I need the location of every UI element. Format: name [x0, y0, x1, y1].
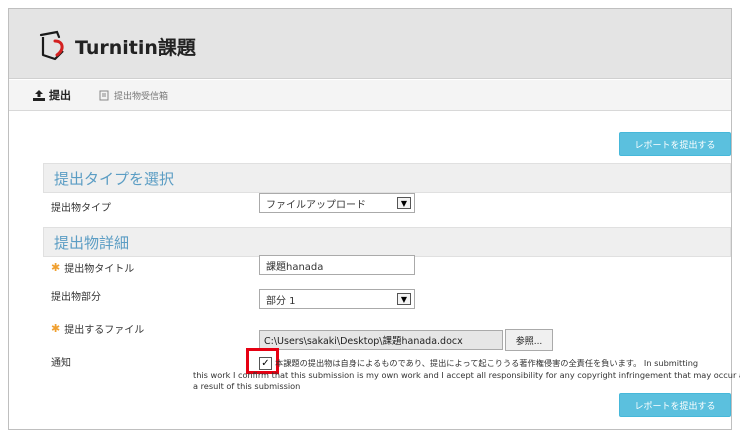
tab-submit-label: 提出 [49, 89, 71, 102]
submission-type-label-text: 提出物タイプ [51, 203, 111, 214]
page-title: Turnitin課題 [75, 37, 196, 59]
file-label: ✱ 提出するファイル [51, 321, 144, 336]
submission-title-label: ✱ 提出物タイトル [51, 260, 134, 275]
section-submission-details: 提出物詳細 [43, 227, 731, 257]
submission-type-value: ファイルアップロード [266, 199, 366, 211]
submission-part-value: 部分 1 [266, 295, 296, 307]
notice-text-line1: 本課題の提出物は自身によるものであり、提出によって起こりうる著作権侵害の全責任を… [275, 358, 699, 368]
notice-text-line2: this work I confirm that this submission… [193, 370, 740, 380]
file-label-text: 提出するファイル [64, 325, 145, 336]
section-submission-type: 提出タイプを選択 [43, 163, 731, 193]
notice-label: 通知 [51, 354, 71, 369]
tab-bar: 提出 提出物受信箱 [9, 80, 731, 111]
submit-report-button-bottom[interactable]: レポートを提出する [619, 393, 731, 417]
submission-part-label: 提出物部分 [51, 288, 101, 303]
file-path-field[interactable]: C:\Users\sakaki\Desktop\課題hanada.docx [259, 330, 503, 350]
required-star-icon: ✱ [51, 322, 61, 335]
chevron-down-icon[interactable]: ▼ [397, 293, 411, 305]
submission-title-label-text: 提出物タイトル [64, 264, 135, 275]
submission-title-input[interactable]: 課題hanada [259, 255, 415, 275]
notice-label-text: 通知 [51, 358, 71, 369]
notice-text-line3: a result of this submission [193, 381, 301, 391]
submit-report-button-top[interactable]: レポートを提出する [619, 132, 731, 156]
submission-type-label: 提出物タイプ [51, 199, 111, 214]
assignment-panel: Turnitin課題 提出 提出物受信箱 レポートを提出する 提出タイプを選択 [8, 8, 740, 430]
submission-part-label-text: 提出物部分 [51, 292, 101, 303]
chevron-down-icon[interactable]: ▼ [397, 197, 411, 209]
upload-icon [33, 89, 45, 101]
tab-submit[interactable]: 提出 [33, 80, 71, 110]
tab-inbox[interactable]: 提出物受信箱 [99, 80, 168, 110]
inbox-icon [99, 90, 110, 101]
tab-inbox-label: 提出物受信箱 [114, 91, 169, 102]
browse-button[interactable]: 参照... [505, 329, 553, 351]
header: Turnitin課題 [9, 9, 731, 79]
submission-type-select[interactable]: ファイルアップロード ▼ [259, 193, 415, 213]
required-star-icon: ✱ [51, 261, 61, 274]
submission-part-select[interactable]: 部分 1 ▼ [259, 289, 415, 309]
turnitin-logo-icon [35, 29, 69, 63]
